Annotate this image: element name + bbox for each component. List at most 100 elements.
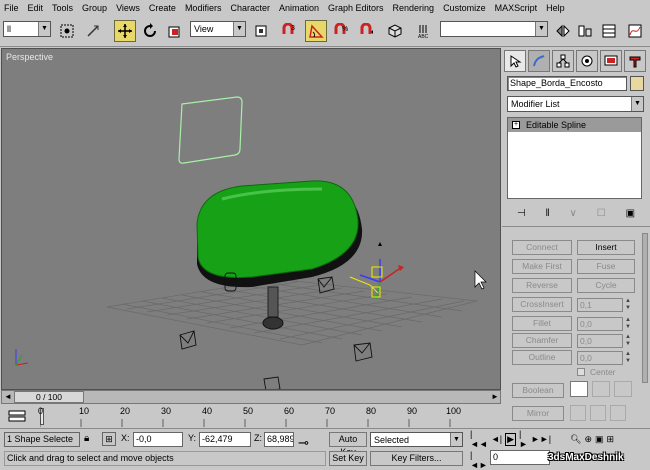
track-bar[interactable]: 0 10 20 30 40 50 60 70 80 90 100 [0,405,500,428]
reference-coordinate-dropdown[interactable]: View ▼ [190,21,246,37]
stack-item-editable-spline[interactable]: + Editable Spline [508,118,641,132]
mirror-horizontal-icon[interactable] [570,405,586,421]
connect-button[interactable]: Connect [512,240,572,255]
time-slider-thumb[interactable]: 0 / 100 [14,391,84,403]
y-coordinate-field[interactable]: -62,479 [199,432,251,447]
configure-modifier-sets-icon[interactable]: ▣ [626,208,635,219]
mirror-vertical-icon[interactable] [590,405,606,421]
expand-icon[interactable]: + [512,121,520,129]
key-mode-toggle-icon[interactable]: |◄► [470,450,488,470]
modifier-list-dropdown[interactable]: Modifier List ▼ [507,96,644,112]
outline-button[interactable]: Outline [512,350,572,365]
spinner-arrows-icon[interactable]: ▲ ▼ [624,351,632,365]
select-and-link-icon[interactable] [82,20,104,42]
reverse-button[interactable]: Reverse [512,278,572,293]
menu-edit[interactable]: Edit [28,3,44,13]
go-to-start-icon[interactable]: |◄◄ [470,429,488,449]
crossinsert-button[interactable]: CrossInsert [512,297,572,312]
object-color-swatch[interactable] [630,76,644,91]
menu-graph-editors[interactable]: Graph Editors [328,3,384,13]
chair-base[interactable] [262,316,284,330]
fillet-button[interactable]: Fillet [512,316,572,331]
outline-spinner[interactable]: 0,0 [577,351,623,365]
snap-3d-icon[interactable]: 3 [278,20,300,42]
zoom-extents-icon[interactable]: ▣ [595,434,604,445]
boolean-button[interactable]: Boolean [512,383,564,398]
helper-box-3[interactable] [353,342,373,362]
zoom-extents-all-icon[interactable]: ⊞ [607,434,615,445]
time-slider[interactable]: 0 / 100 ◄ ► [1,390,501,404]
slider-left-arrow-icon[interactable]: ◄ [4,392,12,401]
current-frame-field[interactable]: 0 [490,450,550,465]
insert-button[interactable]: Insert [577,240,635,255]
spinner-arrows-icon[interactable]: ▲ ▼ [624,317,632,331]
fillet-spinner[interactable]: 0,0 [577,317,623,331]
center-checkbox-row[interactable]: Center [577,366,647,378]
menu-create[interactable]: Create [149,3,176,13]
mirror-icon[interactable] [552,20,574,42]
make-first-button[interactable]: Make First [512,259,572,274]
pin-stack-icon[interactable]: ⊣ [517,208,526,219]
helper-box-4[interactable] [263,376,281,390]
menu-views[interactable]: Views [116,3,140,13]
percent-snap-icon[interactable]: % [330,20,352,42]
center-checkbox[interactable] [577,368,585,376]
modify-tab-icon[interactable] [528,50,550,72]
spinner-arrows-icon[interactable]: ▲ ▼ [624,334,632,348]
fuse-button[interactable]: Fuse [577,259,635,274]
spinner-arrows-icon[interactable]: ▲ ▼ [624,298,632,312]
key-mode-dropdown[interactable]: Selected ▼ [370,432,463,447]
subtraction-icon[interactable] [592,381,610,397]
edit-named-selection-icon[interactable] [384,20,406,42]
x-coordinate-field[interactable]: -0,0 [133,432,183,447]
helper-box-2[interactable] [179,330,197,350]
select-and-move-icon[interactable] [114,20,136,42]
crossinsert-spinner[interactable]: 0,1 [577,298,623,312]
key-filters-button[interactable]: Key Filters... [370,451,463,466]
align-icon[interactable] [574,20,596,42]
lock-icon[interactable]: 🔒︎ [84,433,89,444]
named-selection-sets-dropdown[interactable]: ▼ [440,21,548,37]
chair-leg[interactable] [267,286,279,318]
motion-tab-icon[interactable] [576,50,598,72]
set-key-button[interactable]: Set Key [329,451,367,466]
named-selection-abc-icon[interactable]: ABC [414,20,436,42]
spinner-snap-icon[interactable] [356,20,378,42]
backrest-spline[interactable] [178,96,243,164]
slider-right-arrow-icon[interactable]: ► [491,392,499,401]
object-name-field[interactable]: Shape_Borda_Encosto [507,76,627,91]
union-icon[interactable] [570,381,588,397]
transform-gizmo[interactable] [349,242,404,300]
menu-group[interactable]: Group [82,3,107,13]
select-and-rotate-icon[interactable] [139,20,161,42]
angle-snap-icon[interactable] [305,20,327,42]
utilities-tab-icon[interactable] [624,50,646,72]
mirror-button[interactable]: Mirror [512,406,564,421]
selection-filter-dropdown[interactable]: ll ▼ [3,21,51,37]
pivot-center-icon[interactable] [250,20,272,42]
go-to-end-icon[interactable]: ►►| [531,434,551,444]
previous-frame-icon[interactable]: ◄| [491,434,502,444]
curve-editor-icon[interactable] [624,20,646,42]
menu-animation[interactable]: Animation [279,3,319,13]
display-tab-icon[interactable] [600,50,622,72]
zoom-icon[interactable]: 🔍︎ [570,434,581,445]
z-coordinate-field[interactable]: 68,989 [264,432,294,447]
menu-rendering[interactable]: Rendering [393,3,435,13]
mirror-both-icon[interactable] [610,405,626,421]
select-and-scale-icon[interactable] [164,20,186,42]
create-tab-icon[interactable] [504,50,526,72]
menu-modifiers[interactable]: Modifiers [185,3,222,13]
menu-tools[interactable]: Tools [52,3,73,13]
panel-scrollbar[interactable] [642,233,648,383]
perspective-viewport[interactable]: Perspective [1,48,501,390]
chamfer-button[interactable]: Chamfer [512,333,572,348]
play-icon[interactable]: ▶ [505,432,516,446]
hierarchy-tab-icon[interactable] [552,50,574,72]
open-mini-curve-editor-icon[interactable] [8,408,26,424]
menu-customize[interactable]: Customize [443,3,486,13]
show-end-result-icon[interactable]: ‖ [546,208,550,219]
chamfer-spinner[interactable]: 0,0 [577,334,623,348]
intersection-icon[interactable] [614,381,632,397]
cycle-button[interactable]: Cycle [577,278,635,293]
